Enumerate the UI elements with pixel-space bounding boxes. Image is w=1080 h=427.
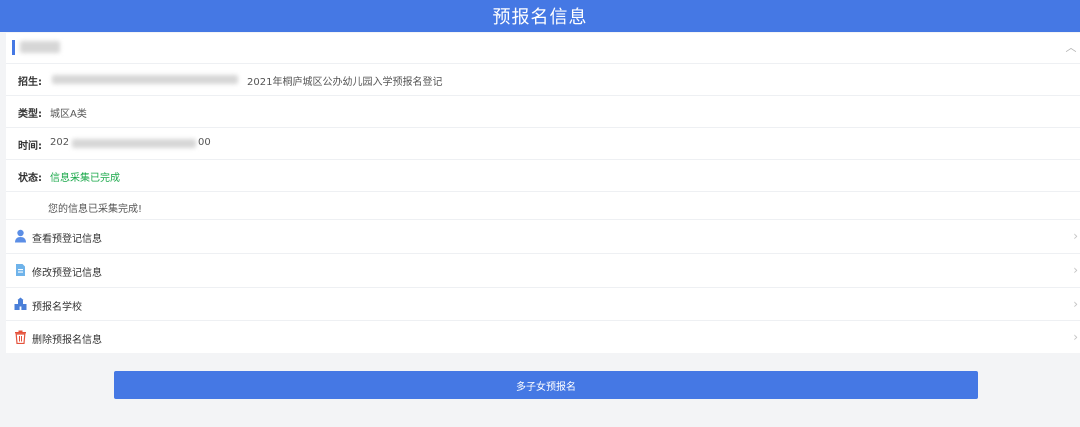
field-value-prefix: 202 bbox=[50, 137, 70, 148]
menu-item-school[interactable]: 预报名学校 › bbox=[6, 287, 1080, 320]
menu-item-delete[interactable]: 删除预报名信息 › bbox=[6, 320, 1080, 353]
field-row-enrollment: 招生: 2021年桐庐城区公办幼儿园入学预报名登记 bbox=[6, 64, 1080, 96]
menu-item-label: 预报名学校 bbox=[32, 302, 82, 313]
field-label: 招生: bbox=[18, 77, 42, 88]
field-value: 城区A类 bbox=[50, 109, 87, 120]
menu-item-edit[interactable]: 修改预登记信息 › bbox=[6, 253, 1080, 286]
menu-item-label: 查看预登记信息 bbox=[32, 234, 102, 245]
status-note: 您的信息已采集完成! bbox=[48, 204, 143, 215]
chevron-right-icon: › bbox=[1073, 297, 1078, 311]
redacted-name bbox=[20, 41, 60, 53]
redacted-time bbox=[72, 139, 196, 148]
status-value: 信息采集已完成 bbox=[50, 173, 120, 184]
menu-item-label: 删除预报名信息 bbox=[32, 335, 102, 346]
document-edit-icon bbox=[16, 264, 25, 276]
chevron-right-icon: › bbox=[1073, 229, 1078, 243]
chevron-up-icon[interactable]: ︿ bbox=[1064, 41, 1078, 55]
field-row-status: 状态: 信息采集已完成 bbox=[6, 160, 1080, 192]
trash-icon bbox=[15, 330, 26, 344]
menu-item-label: 修改预登记信息 bbox=[32, 268, 102, 279]
field-label: 时间: bbox=[18, 141, 42, 152]
redacted-text bbox=[52, 75, 238, 84]
field-row-time: 时间: 202 00 bbox=[6, 128, 1080, 160]
page-title: 预报名信息 bbox=[492, 7, 588, 28]
user-icon bbox=[15, 229, 26, 243]
school-icon bbox=[14, 297, 27, 310]
registration-card: ︿ 招生: 2021年桐庐城区公办幼儿园入学预报名登记 类型: 城区A类 时间:… bbox=[6, 33, 1080, 353]
page-header: 预报名信息 bbox=[0, 0, 1080, 32]
chevron-right-icon: › bbox=[1073, 263, 1078, 277]
field-value: 2021年桐庐城区公办幼儿园入学预报名登记 bbox=[247, 77, 443, 88]
field-label: 状态: bbox=[18, 173, 42, 184]
field-value-suffix: 00 bbox=[198, 137, 211, 148]
multi-child-register-button[interactable]: 多子女预报名 bbox=[114, 371, 978, 399]
chevron-right-icon: › bbox=[1073, 330, 1078, 344]
card-header[interactable]: ︿ bbox=[6, 33, 1080, 64]
menu-item-view[interactable]: 查看预登记信息 › bbox=[6, 219, 1080, 252]
accent-bar bbox=[12, 40, 15, 55]
field-row-type: 类型: 城区A类 bbox=[6, 96, 1080, 128]
field-label: 类型: bbox=[18, 109, 42, 120]
